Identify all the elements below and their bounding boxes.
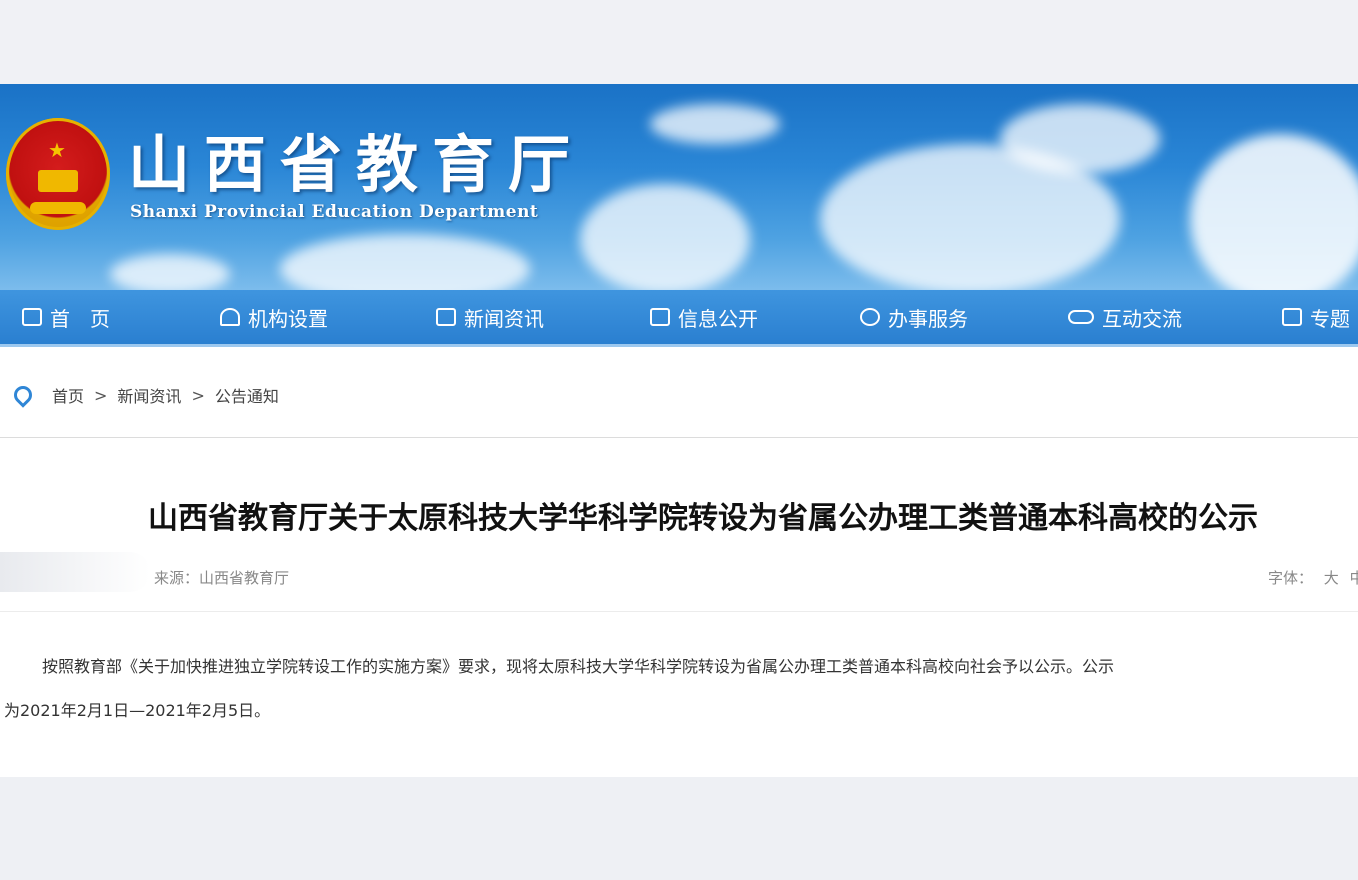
article-title: 山西省教育厅关于太原科技大学华科学院转设为省属公办理工类普通本科高校的公示 bbox=[148, 501, 1258, 536]
nav-item-label: 专题 bbox=[1310, 306, 1350, 331]
site-banner: ★ 山西省教育厅 Shanxi Provincial Education Dep… bbox=[0, 84, 1358, 290]
bottom-strip bbox=[0, 777, 1358, 880]
star-icon: ★ bbox=[48, 138, 66, 162]
divider bbox=[0, 437, 1358, 438]
nav-item-label: 办事服务 bbox=[888, 306, 968, 331]
info-icon bbox=[650, 308, 670, 326]
site-subtitle: Shanxi Provincial Education Department bbox=[130, 202, 539, 222]
nav-item-label: 互动交流 bbox=[1102, 306, 1182, 331]
nav-item-news[interactable]: 新闻资讯 bbox=[436, 290, 544, 344]
font-size-large-button[interactable]: 大 bbox=[1324, 569, 1339, 587]
service-icon bbox=[860, 308, 880, 326]
top-strip bbox=[0, 0, 1358, 84]
location-pin-icon bbox=[10, 382, 36, 408]
nav-item-home[interactable]: 首 页 bbox=[22, 290, 110, 344]
national-emblem-icon[interactable]: ★ bbox=[6, 118, 110, 230]
breadcrumb-separator: > bbox=[94, 385, 108, 405]
article-body: 按照教育部《关于加快推进独立学院转设工作的实施方案》要求，现将太原科技大学华科学… bbox=[0, 645, 1358, 733]
chat-icon bbox=[1068, 310, 1094, 324]
font-size-medium-button[interactable]: 中 bbox=[1350, 569, 1358, 587]
article-source: 来源：山西省教育厅 bbox=[154, 569, 290, 587]
nav-item-interaction[interactable]: 互动交流 bbox=[1068, 290, 1182, 344]
nav-item-services[interactable]: 办事服务 bbox=[860, 290, 968, 344]
nav-item-label: 机构设置 bbox=[248, 306, 328, 331]
nav-item-info-disclosure[interactable]: 信息公开 bbox=[650, 290, 758, 344]
nav-item-label: 首 页 bbox=[50, 306, 110, 331]
divider bbox=[0, 611, 1358, 612]
breadcrumb-home[interactable]: 首页 bbox=[52, 383, 84, 407]
site-title[interactable]: 山西省教育厅 bbox=[128, 114, 584, 204]
nav-item-topics[interactable]: 专题 bbox=[1282, 290, 1350, 344]
article-paragraph-line: 为2021年2月1日—2021年2月5日。 bbox=[4, 701, 271, 720]
content-area: 首页 > 新闻资讯 > 公告通知 山西省教育厅关于太原科技大学华科学院转设为省属… bbox=[0, 347, 1358, 777]
font-size-control: 字体： 大 中 bbox=[1262, 567, 1358, 588]
news-icon bbox=[436, 308, 456, 326]
home-icon bbox=[22, 308, 42, 326]
breadcrumb-separator: > bbox=[191, 385, 205, 405]
nav-item-label: 信息公开 bbox=[678, 306, 758, 331]
nav-item-label: 新闻资讯 bbox=[464, 306, 544, 331]
main-nav: 首 页 机构设置 新闻资讯 信息公开 办事服务 互动交流 专题 bbox=[0, 290, 1358, 347]
decorative-fade bbox=[0, 552, 150, 592]
breadcrumb-news[interactable]: 新闻资讯 bbox=[117, 383, 181, 407]
gate-shape bbox=[38, 170, 78, 192]
org-icon bbox=[220, 308, 240, 326]
nav-item-organization[interactable]: 机构设置 bbox=[220, 290, 328, 344]
font-size-label: 字体： bbox=[1268, 569, 1314, 587]
breadcrumb-notices[interactable]: 公告通知 bbox=[215, 383, 279, 407]
topic-icon bbox=[1282, 308, 1302, 326]
emblem-base bbox=[30, 202, 86, 214]
breadcrumb: 首页 > 新闻资讯 > 公告通知 bbox=[10, 382, 279, 408]
article-paragraph-line: 按照教育部《关于加快推进独立学院转设工作的实施方案》要求，现将太原科技大学华科学… bbox=[42, 657, 1115, 676]
